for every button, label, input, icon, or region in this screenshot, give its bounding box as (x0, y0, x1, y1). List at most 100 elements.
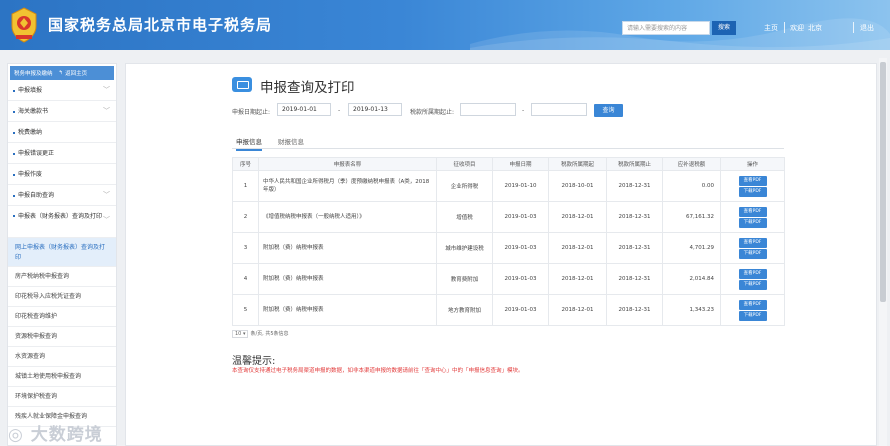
sidebar-item-report-query[interactable]: 申报表（财务报表）查询及打印 ﹀ (8, 206, 116, 238)
download-pdf-button[interactable]: 下载PDF (738, 217, 767, 228)
cell-date: 2019-01-03 (492, 263, 549, 295)
table-row: 4 附加税（费）纳税申报表 教育费附加 2019-01-03 2018-12-0… (232, 263, 785, 295)
tab-financial-info[interactable]: 财报信息 (278, 136, 304, 146)
sidebar-subitem[interactable]: 资源税申报查询 (8, 327, 116, 347)
page-title: 申报查询及打印 (260, 80, 355, 96)
sidebar-item-void[interactable]: 申报作废 (8, 164, 116, 185)
header-search-input[interactable]: 请输入需要搜索的内容 (622, 21, 710, 35)
header-search-button[interactable]: 搜索 (712, 21, 736, 35)
download-pdf-button[interactable]: 下载PDF (738, 279, 767, 290)
cell-item: 城市维护建设税 (436, 232, 493, 264)
back-arrow-icon[interactable]: ↰ (59, 70, 64, 76)
cell-no: 1 (232, 170, 259, 202)
cell-amount: 2,014.84 (662, 263, 721, 295)
nav-welcome-text: 欢迎 (790, 24, 804, 32)
page-size-select[interactable]: 10 ▾ (232, 330, 249, 338)
view-pdf-button[interactable]: 查看PDF (738, 237, 767, 248)
sidebar-subitem[interactable]: 印花税导入应税凭证查询 (8, 287, 116, 307)
nav-logout-link[interactable]: 退出 (860, 23, 874, 33)
cell-form-name: 附加税（费）纳税申报表 (258, 294, 437, 326)
cell-date: 2019-01-03 (492, 294, 549, 326)
cell-date: 2019-01-03 (492, 232, 549, 264)
table-row: 5 附加税（费）纳税申报表 地方教育附加 2019-01-03 2018-12-… (232, 294, 785, 326)
cell-item: 地方教育附加 (436, 294, 493, 326)
column-header: 申报表名称 (258, 157, 437, 171)
chevron-down-icon: ﹀ (103, 216, 110, 224)
cell-no: 3 (232, 232, 259, 264)
view-pdf-button[interactable]: 查看PDF (738, 268, 767, 279)
view-pdf-button[interactable]: 查看PDF (738, 175, 767, 186)
sidebar-item-self-query[interactable]: 申报自助查询 ﹀ (8, 185, 116, 206)
query-print-icon (232, 77, 252, 92)
cell-form-name: 附加税（费）纳税申报表 (258, 232, 437, 264)
cell-no: 4 (232, 263, 259, 295)
cell-period-to: 2018-12-31 (606, 201, 663, 233)
date-from-input[interactable]: 2019-01-01 (277, 103, 331, 116)
sidebar-subitem[interactable]: 水资源查询 (8, 347, 116, 367)
sidebar-subitem[interactable]: 环境保护税查询 (8, 387, 116, 407)
download-pdf-button[interactable]: 下载PDF (738, 248, 767, 259)
bullet-icon (13, 132, 15, 134)
cell-period-from: 2018-12-01 (548, 201, 607, 233)
cell-item: 增值税 (436, 201, 493, 233)
cell-actions: 查看PDF 下载PDF (720, 170, 785, 202)
cell-amount: 4,701.29 (662, 232, 721, 264)
sidebar-subitem[interactable]: 城镇土地使用税申报查询 (8, 367, 116, 387)
cell-date: 2019-01-10 (492, 170, 549, 202)
period-to-input[interactable] (531, 103, 587, 116)
table-row: 1 中华人民共和国企业所得税月（季）度预缴纳税申报表（A类，2018年版） 企业… (232, 170, 785, 202)
period-range-label: 税款所属期起止: (410, 109, 455, 116)
cell-actions: 查看PDF 下载PDF (720, 294, 785, 326)
cell-item: 教育费附加 (436, 263, 493, 295)
query-button[interactable]: 查询 (594, 104, 623, 117)
bullet-icon (13, 195, 15, 197)
cell-form-name: 中华人民共和国企业所得税月（季）度预缴纳税申报表（A类，2018年版） (258, 170, 437, 202)
cell-amount: 67,161.32 (662, 201, 721, 233)
cell-item: 企业所得税 (436, 170, 493, 202)
cell-period-to: 2018-12-31 (606, 170, 663, 202)
bullet-icon (13, 174, 15, 176)
page-scrollbar-thumb[interactable] (880, 62, 886, 302)
column-header: 应补退税额 (662, 157, 721, 171)
view-pdf-button[interactable]: 查看PDF (738, 206, 767, 217)
sidebar-subitem[interactable]: 印花税查询维护 (8, 307, 116, 327)
sidebar-item-customs[interactable]: 海关缴款书 ﹀ (8, 101, 116, 122)
download-pdf-button[interactable]: 下载PDF (738, 186, 767, 197)
bullet-icon (13, 215, 15, 217)
sidebar-item-payment[interactable]: 税费缴纳 (8, 122, 116, 143)
cell-period-to: 2018-12-31 (606, 232, 663, 264)
sidebar-item-correction[interactable]: 申报错误更正 (8, 143, 116, 164)
date-to-input[interactable]: 2019-01-13 (348, 103, 402, 116)
bullet-icon (13, 111, 15, 113)
chevron-down-icon: ﹀ (103, 191, 110, 199)
pagination-info: 条/页, 共5条信息 (250, 331, 289, 337)
column-header: 序号 (232, 157, 259, 171)
table-row: 2 《增值税纳税申报表（一般纳税人适用）》 增值税 2019-01-03 201… (232, 201, 785, 233)
sidebar-subitem-active[interactable]: 网上申报表（财务报表）查询及打印 (8, 238, 116, 267)
cell-period-from: 2018-12-01 (548, 232, 607, 264)
cell-date: 2019-01-03 (492, 201, 549, 233)
declaration-table: 序号 申报表名称 征收项目 申报日期 税款所属期起 税款所属期止 应补退税额 操… (232, 157, 785, 326)
tab-declare-info[interactable]: 申报信息 (236, 136, 262, 151)
site-title: 国家税务总局北京市电子税务局 (48, 16, 273, 34)
chevron-down-icon: ﹀ (103, 107, 110, 115)
nav-home-link[interactable]: 主页 (764, 23, 778, 33)
bullet-icon (13, 90, 15, 92)
download-pdf-button[interactable]: 下载PDF (738, 310, 767, 321)
view-pdf-button[interactable]: 查看PDF (738, 299, 767, 310)
cell-actions: 查看PDF 下载PDF (720, 232, 785, 264)
sidebar-head: 税务申报及缴纳 ↰ 返回主页 (10, 66, 114, 80)
column-header: 征收项目 (436, 157, 493, 171)
period-from-input[interactable] (460, 103, 516, 116)
cell-amount: 0.00 (662, 170, 721, 202)
watermark-logo: ◎ 大数跨境 (8, 425, 103, 445)
tip-title: 温馨提示: (232, 356, 276, 367)
cell-period-to: 2018-12-31 (606, 263, 663, 295)
nav-city-text: 北京 (808, 24, 822, 32)
tab-bar: 申报信息 财报信息 (232, 134, 784, 151)
sidebar-head-label: 税务申报及缴纳 (14, 71, 53, 77)
back-home-link[interactable]: 返回主页 (65, 69, 87, 77)
sidebar-item-declare[interactable]: 申报填报 ﹀ (8, 80, 116, 101)
sidebar-subitem[interactable]: 房产税纳税申报查询 (8, 267, 116, 287)
cell-actions: 查看PDF 下载PDF (720, 201, 785, 233)
